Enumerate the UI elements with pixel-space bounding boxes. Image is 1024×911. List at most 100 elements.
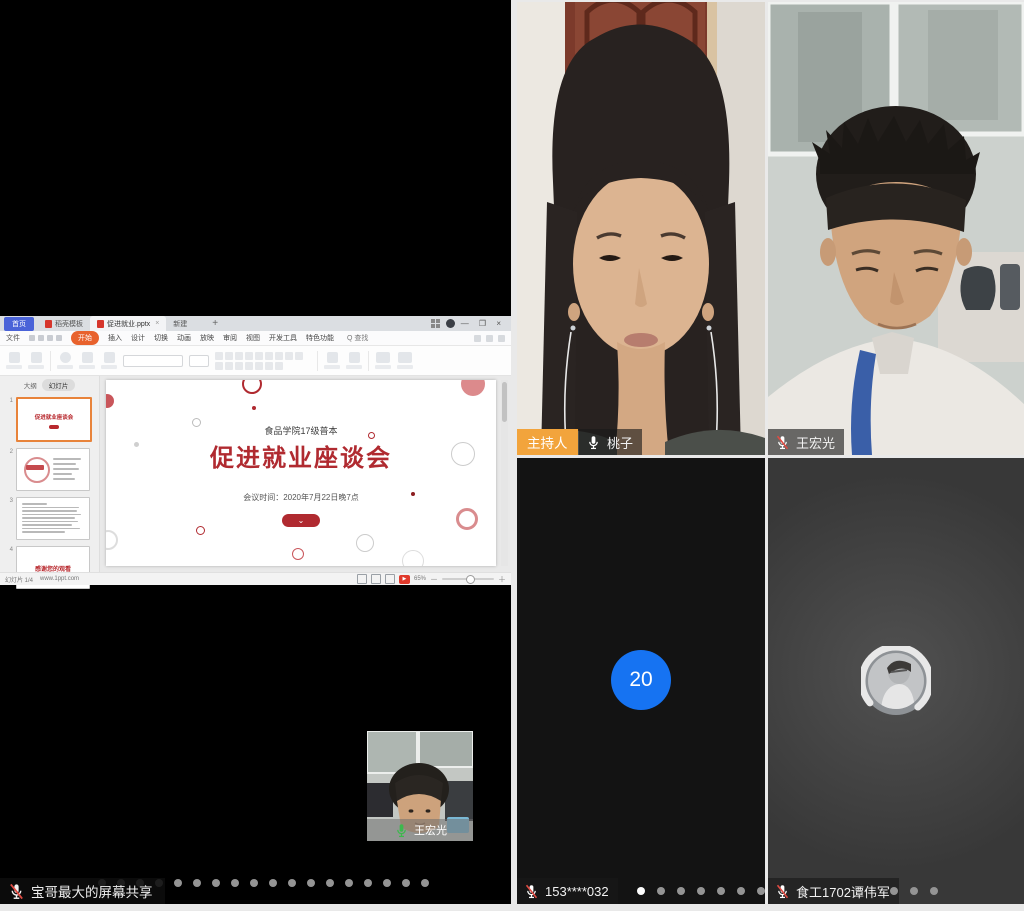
screen-share-pane[interactable]: 首页 稻壳模板 促进就业.pptx × 新建 + — ❐ × 文件 [0,0,511,904]
wps-toolbar [0,346,511,376]
participant-avatar-number: 20 [611,650,671,710]
wps-doc-tab-template[interactable]: 稻壳模板 [38,316,90,331]
pager-dot[interactable] [697,887,705,895]
thumb-number: 2 [6,448,13,455]
file-menu[interactable]: 文件 [6,333,20,343]
pager-dot[interactable] [288,879,296,887]
ribbon-tab-devtools[interactable]: 开发工具 [269,333,297,343]
slide-canvas[interactable]: 食品学院17级普本 促进就业座谈会 会议时间：2020年7月22日晚7点 ⌄ [106,380,496,566]
apps-grid-icon[interactable] [431,319,440,328]
ribbon-tab-transition[interactable]: 切换 [154,333,168,343]
pager-dot[interactable] [174,879,182,887]
ribbon-tab-animation[interactable]: 动画 [177,333,191,343]
ribbon-tab-design[interactable]: 设计 [131,333,145,343]
paste-tool[interactable] [6,352,22,369]
pager-dot[interactable] [930,887,938,895]
ribbon-tab-review[interactable]: 审阅 [223,333,237,343]
wps-titlebar: 首页 稻壳模板 促进就业.pptx × 新建 + — ❐ × [0,316,511,331]
normal-view-icon[interactable] [357,574,367,584]
video-tile-phone-user[interactable]: 20 153****032 [517,458,765,904]
designer-tool[interactable] [57,352,73,369]
pager-dot[interactable] [637,887,645,895]
ribbon-right-icons[interactable] [474,335,511,342]
wps-content-area: 大纲 幻灯片 1 促进就业座谈会 2 [0,376,511,572]
wps-doc-tab-current[interactable]: 促进就业.pptx × [90,316,166,331]
presenter-label: 宝哥最大的屏幕共享 [0,878,165,904]
wps-doc-tab-new[interactable]: 新建 [166,316,194,331]
zoom-slider[interactable] [442,578,494,580]
participant-name-text: 食工1702谭伟军 [796,882,890,901]
account-avatar[interactable] [446,319,455,328]
pager-dot[interactable] [737,887,745,895]
slide-thumb-2[interactable] [16,448,90,491]
mic-on-icon [393,822,410,839]
new-tab-plus-icon[interactable]: + [212,318,218,329]
participant-avatar-photo [861,646,931,716]
shape-tool[interactable] [346,352,362,369]
wps-doc-tab-label: 促进就业.pptx [107,319,150,329]
presenter-name-text: 宝哥最大的屏幕共享 [31,881,153,901]
canvas-scrollbar[interactable] [501,380,508,566]
reading-view-icon[interactable] [385,574,395,584]
pager-dot[interactable] [326,879,334,887]
text-format-icons[interactable] [215,352,311,370]
ribbon-tab-features[interactable]: 特色功能 [306,333,334,343]
pager-dot[interactable] [421,879,429,887]
slide-thumb-3[interactable] [16,497,90,540]
pager-dot[interactable] [307,879,315,887]
pager-dot[interactable] [757,887,765,895]
ribbon-tab-view[interactable]: 视图 [246,333,260,343]
pager-dot[interactable] [402,879,410,887]
member-tool[interactable] [375,352,391,369]
pager-dot[interactable] [345,879,353,887]
pager-dot[interactable] [677,887,685,895]
mic-muted-icon [8,883,25,900]
pager-dot[interactable] [910,887,918,895]
beautify-tool[interactable] [397,352,413,369]
format-painter-tool[interactable] [28,352,44,369]
pip-video-wanghongguang[interactable]: 王宏光 [367,731,473,841]
thumb-number: 4 [6,546,13,553]
outline-tab[interactable]: 大纲 [24,380,37,390]
quick-access-icons[interactable] [29,335,62,341]
ribbon-tab-home[interactable]: 开始 [71,331,99,345]
pager-dot[interactable] [250,879,258,887]
wps-ribbon-tabs: 文件 开始 插入 设计 切换 动画 放映 审阅 视图 开发工具 特色功能 Q 查… [0,331,511,346]
pager-dot[interactable] [231,879,239,887]
layout-tool[interactable] [79,352,95,369]
pager-dot[interactable] [890,887,898,895]
ribbon-tab-slideshow[interactable]: 放映 [200,333,214,343]
pager-dot[interactable] [717,887,725,895]
sorter-view-icon[interactable] [371,574,381,584]
pager-dot[interactable] [269,879,277,887]
pager-dot[interactable] [212,879,220,887]
pip-name-text: 王宏光 [414,822,447,838]
slide-thumb-1[interactable]: 促进就业座谈会 [16,397,92,442]
font-size-select[interactable] [189,355,209,367]
font-family-select[interactable] [123,355,183,367]
wps-doc-icon [97,320,104,328]
pager-dot[interactable] [193,879,201,887]
pager-dot[interactable] [364,879,372,887]
slides-tab[interactable]: 幻灯片 [42,379,76,391]
zoom-in-button[interactable]: ＋ [498,574,506,585]
avatar-number-text: 20 [629,668,652,692]
ribbon-search[interactable]: Q 查找 [347,333,368,343]
mic-muted-icon [523,883,540,900]
window-controls[interactable]: — ❐ × [461,319,505,328]
pager-dot[interactable] [657,887,665,895]
zoom-out-button[interactable]: － [430,574,438,585]
pip-name-label: 王宏光 [367,819,473,841]
tab-close-icon[interactable]: × [155,320,159,327]
video-tile-tanweijun[interactable]: 食工1702谭伟军 [768,458,1024,904]
participant-name-text: 153****032 [545,884,609,899]
video-tile-wanghongguang[interactable]: 王宏光 [768,2,1024,455]
arrange-tool[interactable] [324,352,340,369]
slideshow-play-button[interactable]: ▶ [399,575,410,584]
wps-home-button[interactable]: 首页 [4,317,34,331]
pager-dot[interactable] [383,879,391,887]
ribbon-tab-insert[interactable]: 插入 [108,333,122,343]
video-tile-taozi[interactable]: 主持人 桃子 [517,2,765,455]
name-label-tanweijun: 食工1702谭伟军 [768,878,899,904]
table-tool[interactable] [101,352,117,369]
